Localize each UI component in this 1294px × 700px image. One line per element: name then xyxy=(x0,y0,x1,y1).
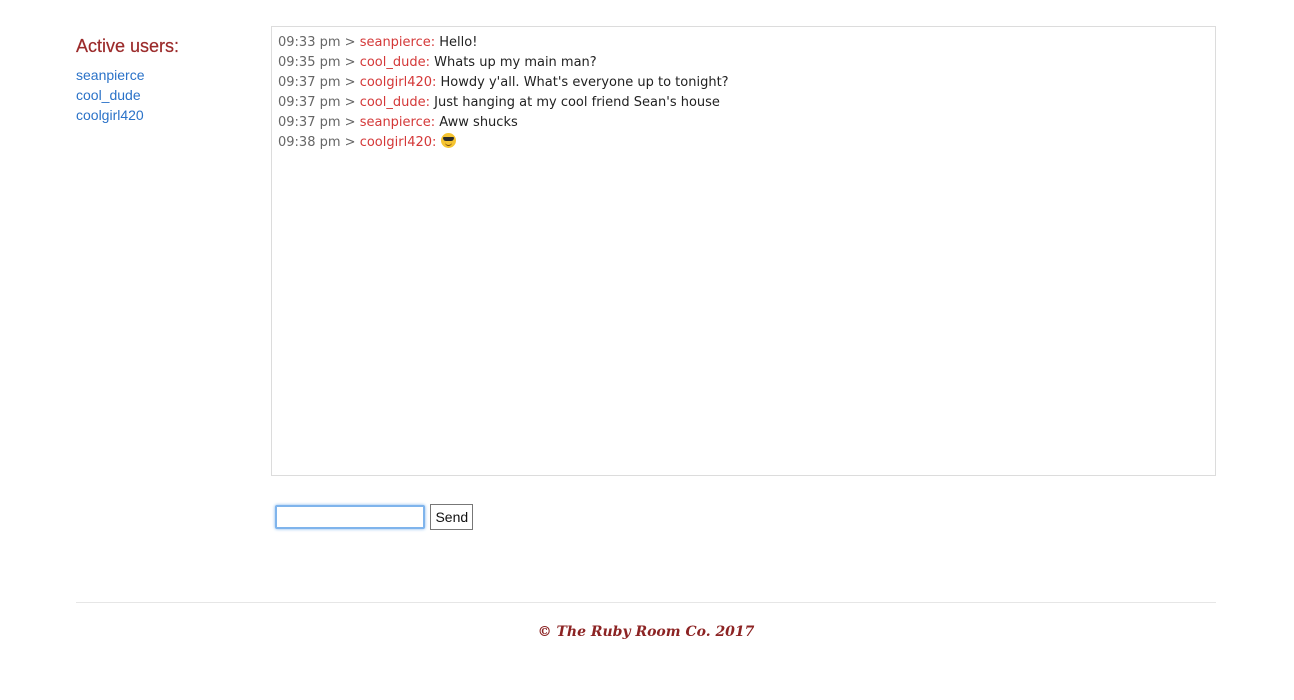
chat-message: 09:33 pm > seanpierce: Hello! xyxy=(278,33,1215,53)
message-composer: Send xyxy=(275,504,474,530)
message-text: Aww shucks xyxy=(439,115,518,130)
message-time: 09:37 pm xyxy=(278,75,341,90)
message-input[interactable] xyxy=(275,505,425,529)
chat-message: 09:37 pm > cool_dude: Just hanging at my… xyxy=(278,93,1215,113)
active-users-heading: Active users: xyxy=(76,36,180,56)
active-user-link[interactable]: seanpierce xyxy=(76,65,256,85)
message-text: Howdy y'all. What's everyone up to tonig… xyxy=(440,75,729,90)
chat-message: 09:35 pm > cool_dude: Whats up my main m… xyxy=(278,53,1215,73)
message-username: cool_dude: xyxy=(359,55,430,70)
message-time: 09:33 pm xyxy=(278,35,341,50)
active-users-panel: Active users: seanpierce cool_dude coolg… xyxy=(76,35,256,125)
message-separator: > xyxy=(344,55,356,70)
footer-copyright: © The Ruby Room Co. 2017 xyxy=(537,624,755,640)
message-username: coolgirl420: xyxy=(359,135,437,150)
chat-message: 09:38 pm > coolgirl420: xyxy=(278,133,1215,153)
message-username: seanpierce: xyxy=(359,35,436,50)
chat-message: 09:37 pm > seanpierce: Aww shucks xyxy=(278,113,1215,133)
message-time: 09:38 pm xyxy=(278,135,341,150)
message-text: Hello! xyxy=(439,35,478,50)
message-username: seanpierce: xyxy=(359,115,436,130)
message-text: Whats up my main man? xyxy=(434,55,597,70)
footer-divider xyxy=(76,602,1216,603)
message-text: Just hanging at my cool friend Sean's ho… xyxy=(434,95,720,110)
sunglasses-emoji-icon xyxy=(440,133,456,148)
message-list: 09:33 pm > seanpierce: Hello! 09:35 pm >… xyxy=(272,27,1215,153)
chat-message: 09:37 pm > coolgirl420: Howdy y'all. Wha… xyxy=(278,73,1215,93)
chat-page: Active users: seanpierce cool_dude coolg… xyxy=(0,0,1294,700)
message-separator: > xyxy=(344,35,356,50)
message-time: 09:37 pm xyxy=(278,95,341,110)
active-user-link[interactable]: coolgirl420 xyxy=(76,105,256,125)
send-button[interactable]: Send xyxy=(430,504,474,530)
active-user-link[interactable]: cool_dude xyxy=(76,85,256,105)
message-username: coolgirl420: xyxy=(359,75,437,90)
active-users-list: seanpierce cool_dude coolgirl420 xyxy=(76,65,256,125)
message-username: cool_dude: xyxy=(359,95,430,110)
message-separator: > xyxy=(344,115,356,130)
message-time: 09:37 pm xyxy=(278,115,341,130)
chat-log[interactable]: 09:33 pm > seanpierce: Hello! 09:35 pm >… xyxy=(271,26,1216,476)
message-separator: > xyxy=(344,135,356,150)
message-separator: > xyxy=(344,95,356,110)
message-separator: > xyxy=(344,75,356,90)
message-time: 09:35 pm xyxy=(278,55,341,70)
